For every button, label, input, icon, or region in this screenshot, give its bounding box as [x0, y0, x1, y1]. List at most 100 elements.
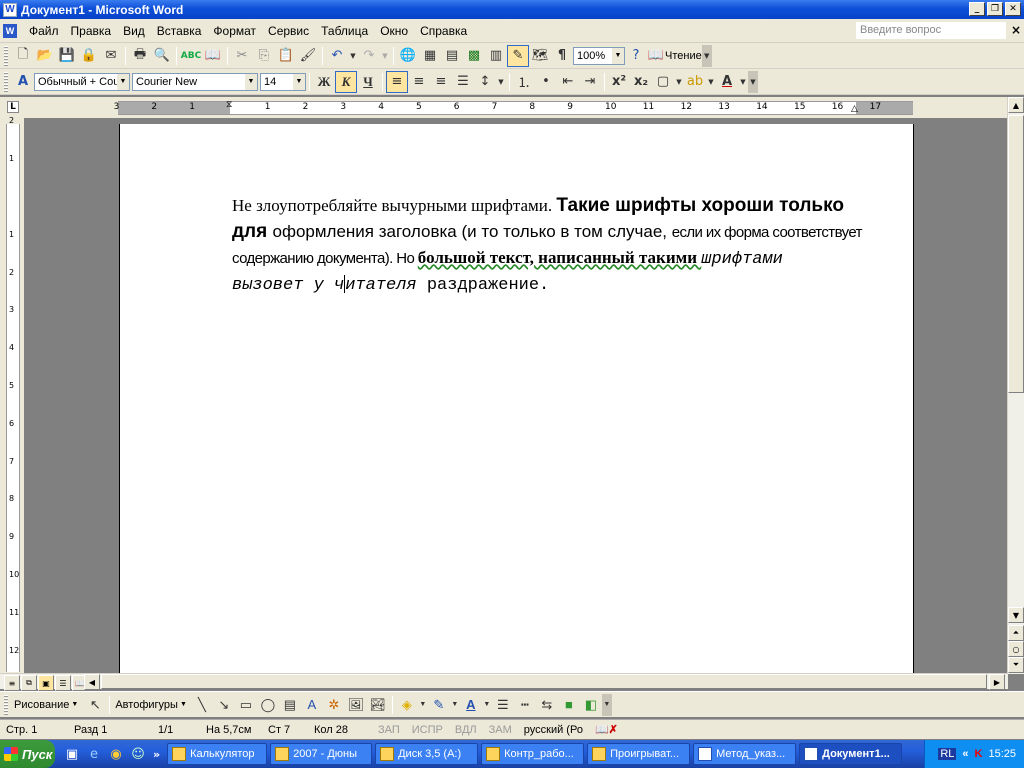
decrease-indent-icon[interactable]: ⇤ — [557, 71, 579, 93]
subscript-icon[interactable]: x₂ — [630, 71, 652, 93]
research-icon[interactable]: 📖 — [202, 45, 224, 67]
numbering-icon[interactable]: ⒈ — [513, 71, 535, 93]
doc-close-icon[interactable]: × — [1011, 23, 1021, 37]
autoshapes-menu-button[interactable]: Автофигуры — [113, 699, 180, 711]
menu-help[interactable]: Справка — [414, 24, 473, 38]
task-word-method[interactable]: Метод_указ... — [693, 743, 797, 765]
bullets-icon[interactable]: • — [535, 71, 557, 93]
spelling-status-icon[interactable]: 📖✗ — [595, 723, 618, 736]
status-language[interactable]: русский (Ро — [518, 724, 589, 736]
line-color-dropdown-icon[interactable]: ▼ — [450, 694, 460, 716]
toolbar-grip[interactable] — [4, 45, 8, 66]
new-document-icon[interactable]: 🗋 — [12, 45, 34, 67]
status-record[interactable]: ЗАП — [372, 724, 406, 736]
chevron-down-icon[interactable]: ▼ — [180, 701, 187, 708]
vertical-scrollbar[interactable]: ▲ ▼ ⏶ ○ ⏷ — [1007, 97, 1024, 674]
antivirus-icon[interactable]: K — [975, 748, 983, 760]
drawing-toggle-icon[interactable]: ✎ — [507, 44, 529, 67]
show-hide-icon[interactable]: ¶ — [551, 45, 573, 67]
messenger-icon[interactable]: ☺ — [127, 743, 149, 765]
previous-page-icon[interactable]: ⏶ — [1008, 625, 1024, 641]
redo-icon[interactable]: ↷ — [358, 45, 380, 67]
font-color-dropdown-icon[interactable]: ▼ — [738, 71, 748, 93]
wordart-icon[interactable]: A — [301, 694, 323, 716]
vertical-ruler[interactable]: 211234567891011121314 — [6, 116, 20, 730]
start-button[interactable]: Пуск — [0, 740, 55, 768]
fill-color-icon[interactable]: ◈ — [396, 694, 418, 716]
select-browse-object-icon[interactable]: ○ — [1008, 641, 1024, 657]
columns-icon[interactable]: ▥ — [485, 45, 507, 67]
scroll-down-icon[interactable]: ▼ — [1008, 607, 1024, 623]
close-button[interactable]: ✕ — [1005, 2, 1021, 16]
styles-formatting-icon[interactable]: A — [12, 71, 34, 93]
format-painter-icon[interactable]: 🖌 — [297, 45, 319, 67]
undo-dropdown-icon[interactable]: ▼ — [348, 45, 358, 67]
menu-tools[interactable]: Сервис — [262, 24, 315, 38]
minimize-button[interactable]: _ — [969, 2, 985, 16]
increase-indent-icon[interactable]: ⇥ — [579, 71, 601, 93]
shadow-icon[interactable]: ■ — [558, 694, 580, 716]
copy-icon[interactable]: ⎘ — [253, 45, 275, 67]
menu-view[interactable]: Вид — [117, 24, 151, 38]
clipart-icon[interactable]: 🖼 — [345, 694, 367, 716]
document-body[interactable]: Не злоупотребляйте вычурными шрифтами. Т… — [232, 193, 862, 298]
insert-excel-icon[interactable]: ▩ — [463, 45, 485, 67]
font-color-dropdown-icon[interactable]: ▼ — [482, 694, 492, 716]
chevron-down-icon[interactable]: ▼ — [612, 47, 624, 64]
next-page-icon[interactable]: ⏷ — [1008, 657, 1024, 673]
paste-icon[interactable]: 📋 — [275, 45, 297, 67]
underline-button[interactable]: Ч — [357, 71, 379, 93]
borders-icon[interactable]: ▢ — [652, 71, 674, 93]
arrow-icon[interactable]: ↘ — [213, 694, 235, 716]
font-size-select[interactable]: 14 ▼ — [260, 72, 306, 91]
justify-icon[interactable]: ☰ — [452, 71, 474, 93]
line-style-icon[interactable]: ☰ — [492, 694, 514, 716]
dash-style-icon[interactable]: ┅ — [514, 694, 536, 716]
drawing-menu-button[interactable]: Рисование — [12, 699, 71, 711]
style-select[interactable]: Обычный + Cou ▼ — [34, 72, 130, 91]
web-view-icon[interactable]: ⧉ — [21, 675, 37, 691]
document-icon[interactable]: W — [3, 23, 17, 38]
bold-button[interactable]: Ж — [313, 71, 335, 93]
line-spacing-icon[interactable]: ↕ — [474, 71, 496, 93]
rectangle-icon[interactable]: ▭ — [235, 694, 257, 716]
arrow-style-icon[interactable]: ⇆ — [536, 694, 558, 716]
word-app-icon[interactable]: W — [3, 2, 17, 17]
font-color-icon[interactable]: A — [460, 694, 482, 716]
status-extend[interactable]: ВДЛ — [449, 724, 483, 736]
task-media-player[interactable]: Проигрыват... — [587, 743, 691, 765]
restore-button[interactable]: ❐ — [987, 2, 1003, 16]
tables-borders-icon[interactable]: ▦ — [419, 45, 441, 67]
oval-icon[interactable]: ◯ — [257, 694, 279, 716]
align-left-icon[interactable]: ≡ — [386, 70, 408, 93]
spelling-icon[interactable]: ABC — [180, 45, 202, 67]
desktop-icon[interactable]: ▣ — [61, 743, 83, 765]
open-folder-icon[interactable]: 📂 — [34, 45, 56, 67]
cut-icon[interactable]: ✂ — [231, 45, 253, 67]
chevron-down-icon[interactable]: ▼ — [293, 73, 305, 90]
highlight-icon[interactable]: ab — [684, 71, 706, 93]
toolbar-options-icon[interactable]: ▼ — [701, 44, 712, 67]
undo-icon[interactable]: ↶ — [326, 45, 348, 67]
insert-picture-icon[interactable]: 🏞 — [367, 694, 389, 716]
line-color-icon[interactable]: ✎ — [428, 694, 450, 716]
chevron-down-icon[interactable]: ▼ — [245, 73, 257, 90]
diagram-icon[interactable]: ✲ — [323, 694, 345, 716]
email-icon[interactable]: ✉ — [100, 45, 122, 67]
select-objects-icon[interactable]: ↖ — [84, 694, 106, 716]
scroll-right-icon[interactable]: ▶ — [989, 674, 1005, 690]
italic-button[interactable]: К — [335, 70, 357, 93]
align-right-icon[interactable]: ≡ — [430, 71, 452, 93]
task-floppy[interactable]: Диск 3,5 (A:) — [375, 743, 479, 765]
reading-layout-label[interactable]: Чтение — [665, 50, 702, 62]
media-player-icon[interactable]: ◉ — [105, 743, 127, 765]
status-overtype[interactable]: ЗАМ — [483, 724, 518, 736]
print-icon[interactable]: 🖶 — [129, 45, 151, 67]
right-indent-icon[interactable]: △ — [851, 104, 858, 114]
chevron-down-icon[interactable]: ▼ — [117, 73, 129, 90]
ie-icon[interactable]: e — [83, 743, 105, 765]
ask-question-input[interactable]: Введите вопрос — [856, 22, 1006, 39]
highlight-dropdown-icon[interactable]: ▼ — [706, 71, 716, 93]
hscroll-thumb[interactable] — [101, 674, 987, 689]
task-word-document1[interactable]: Документ1... — [799, 743, 903, 765]
